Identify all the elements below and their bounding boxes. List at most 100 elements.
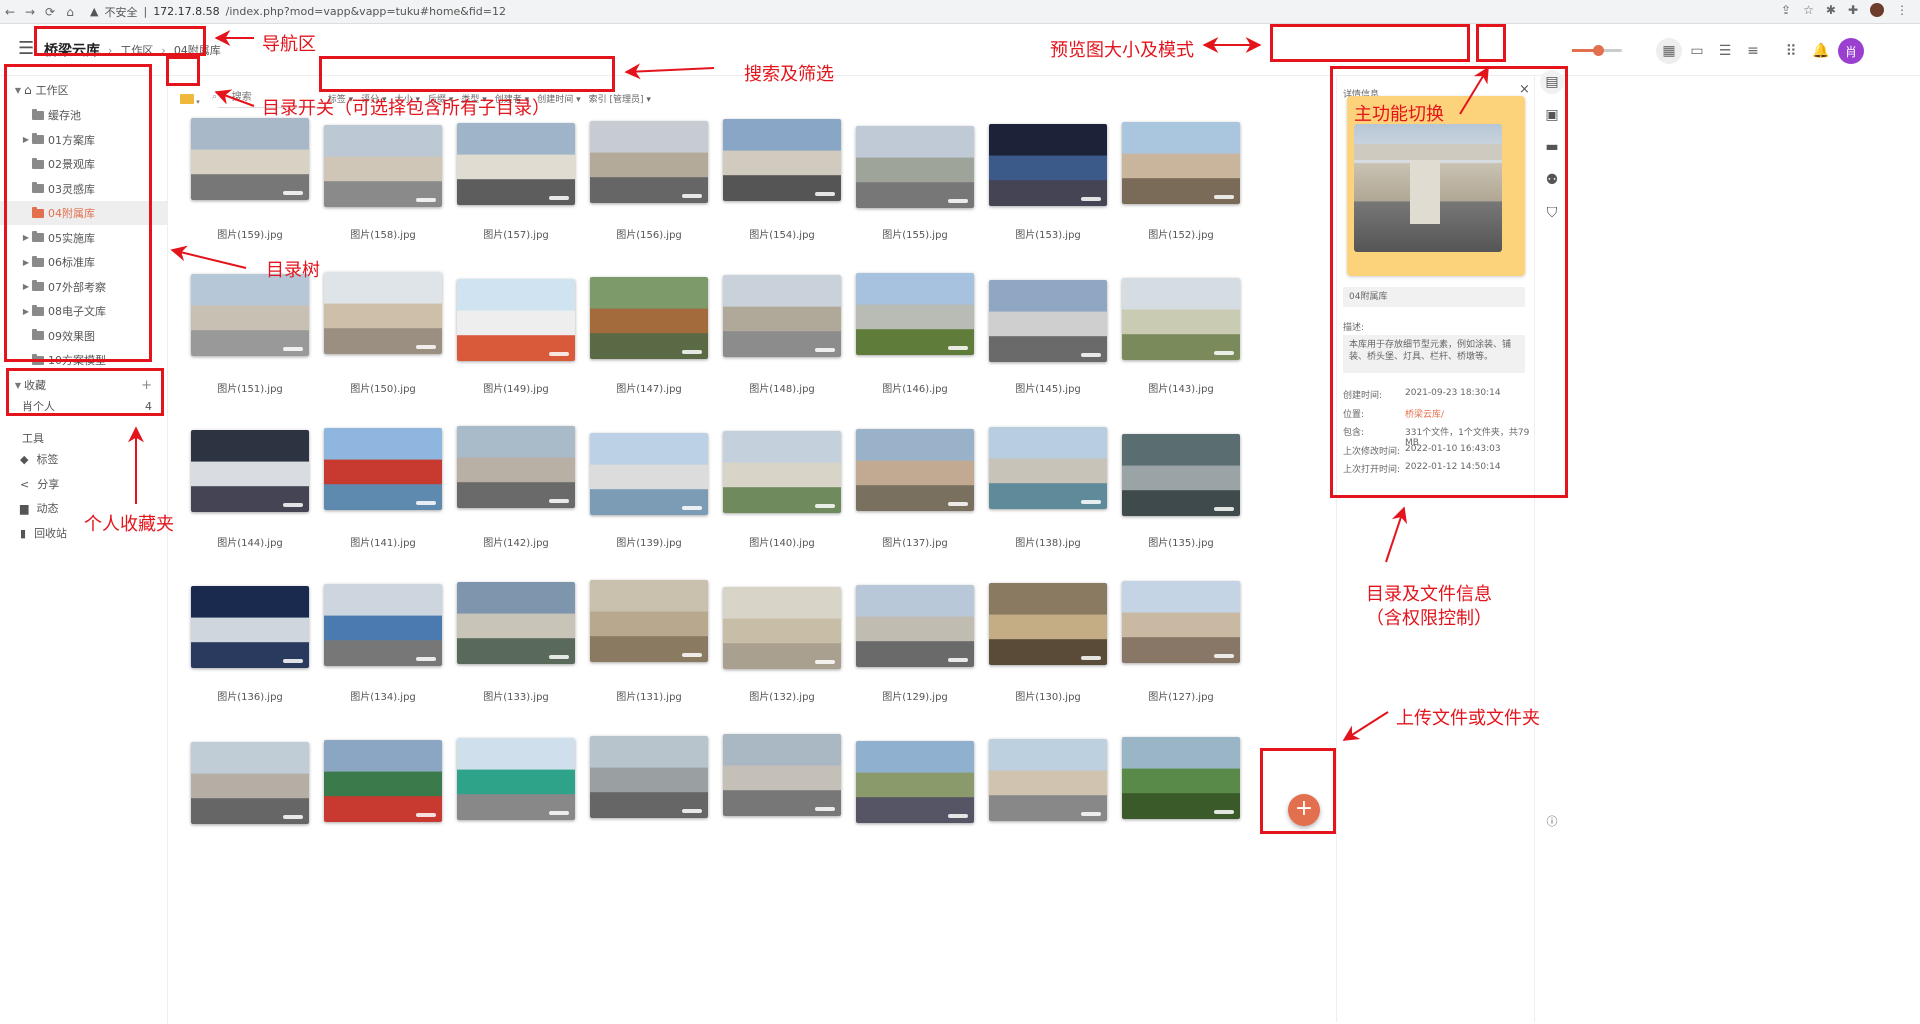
- grid-view-icon[interactable]: ▦: [1656, 38, 1682, 64]
- share-icon[interactable]: ⇪: [1781, 3, 1791, 17]
- menu-icon[interactable]: ☰: [18, 38, 34, 59]
- sort-icon[interactable]: ≡: [1740, 38, 1766, 64]
- thumbnail-image[interactable]: [723, 734, 841, 816]
- thumbnail-image[interactable]: [191, 118, 309, 200]
- image-view-icon[interactable]: ▭: [1684, 38, 1710, 64]
- thumbnail-item[interactable]: 图片(137).jpg: [855, 426, 975, 550]
- thumbnail-image[interactable]: [457, 426, 575, 508]
- thumbnail-image[interactable]: [856, 741, 974, 823]
- thumbnail-image[interactable]: [1122, 737, 1240, 819]
- thumbnail-image[interactable]: [590, 121, 708, 203]
- avatar[interactable]: 肖: [1838, 38, 1864, 64]
- thumbnail-item[interactable]: 图片(141).jpg: [323, 426, 443, 550]
- reload-icon[interactable]: ⟳: [40, 5, 60, 19]
- thumbnail-image[interactable]: [989, 427, 1107, 509]
- thumbnail-image[interactable]: [191, 742, 309, 824]
- tool-recycle-bin[interactable]: ▮ 回收站: [20, 525, 67, 541]
- thumbnail-item[interactable]: 图片(134).jpg: [323, 580, 443, 704]
- thumbnail-image[interactable]: [590, 277, 708, 359]
- thumbnail-item[interactable]: 图片(135).jpg: [1121, 426, 1241, 550]
- thumbnail-image[interactable]: [191, 274, 309, 356]
- thumbnail-item[interactable]: 图片(159).jpg: [190, 118, 310, 242]
- thumbnail-item[interactable]: 图片(151).jpg: [190, 272, 310, 396]
- thumbnail-image[interactable]: [457, 279, 575, 361]
- thumbnail-item[interactable]: 图片(155).jpg: [855, 118, 975, 242]
- tool-tags[interactable]: ◆ 标签: [20, 451, 58, 467]
- thumbnail-image[interactable]: [457, 738, 575, 820]
- thumbnail-image[interactable]: [324, 125, 442, 207]
- thumbnail-item[interactable]: 图片(136).jpg: [190, 580, 310, 704]
- thumbnail-item[interactable]: [589, 734, 709, 824]
- thumbnail-item[interactable]: 图片(157).jpg: [456, 118, 576, 242]
- thumbnail-image[interactable]: [856, 273, 974, 355]
- thumbnail-item[interactable]: [323, 734, 443, 824]
- thumbnail-item[interactable]: 图片(154).jpg: [722, 118, 842, 242]
- thumbnail-image[interactable]: [457, 582, 575, 664]
- thumbnail-item[interactable]: 图片(132).jpg: [722, 580, 842, 704]
- thumbnail-item[interactable]: 图片(145).jpg: [988, 272, 1108, 396]
- thumbnail-item[interactable]: [988, 734, 1108, 824]
- thumbnail-image[interactable]: [191, 430, 309, 512]
- tool-share[interactable]: < 分享: [20, 476, 59, 492]
- thumbnail-image[interactable]: [457, 123, 575, 205]
- thumbnail-item[interactable]: 图片(144).jpg: [190, 426, 310, 550]
- home-icon[interactable]: ⌂: [60, 5, 80, 19]
- filter-dropdown[interactable]: 索引 [管理员] ▾: [589, 92, 651, 105]
- thumbnail-image[interactable]: [989, 583, 1107, 665]
- thumbnail-image[interactable]: [723, 587, 841, 669]
- thumbnail-item[interactable]: 图片(139).jpg: [589, 426, 709, 550]
- thumbnail-item[interactable]: 图片(142).jpg: [456, 426, 576, 550]
- thumbnail-image[interactable]: [590, 433, 708, 515]
- thumbnail-image[interactable]: [1122, 434, 1240, 516]
- thumbnail-item[interactable]: 图片(143).jpg: [1121, 272, 1241, 396]
- thumbnail-image[interactable]: [723, 119, 841, 201]
- thumbnail-item[interactable]: 图片(140).jpg: [722, 426, 842, 550]
- thumbnail-item[interactable]: 图片(148).jpg: [722, 272, 842, 396]
- thumbnail-item[interactable]: 图片(152).jpg: [1121, 118, 1241, 242]
- thumbnail-item[interactable]: 图片(147).jpg: [589, 272, 709, 396]
- thumbnail-item[interactable]: 图片(156).jpg: [589, 118, 709, 242]
- forward-icon[interactable]: →: [20, 5, 40, 19]
- folder-toggle-icon[interactable]: ▾: [180, 89, 200, 108]
- thumbnail-item[interactable]: 图片(153).jpg: [988, 118, 1108, 242]
- puzzle-icon[interactable]: ✚: [1848, 3, 1858, 17]
- thumbnail-item[interactable]: 图片(150).jpg: [323, 272, 443, 396]
- thumbnail-image[interactable]: [989, 280, 1107, 362]
- thumbnail-image[interactable]: [324, 428, 442, 510]
- slider-handle[interactable]: [1593, 45, 1604, 56]
- thumbnail-item[interactable]: 图片(133).jpg: [456, 580, 576, 704]
- tool-activity[interactable]: ▆ 动态: [20, 500, 58, 516]
- thumbnail-image[interactable]: [856, 126, 974, 208]
- thumbnail-image[interactable]: [1122, 122, 1240, 204]
- thumbnail-item[interactable]: [855, 734, 975, 824]
- list-view-icon[interactable]: ☰: [1712, 38, 1738, 64]
- preview-size-slider[interactable]: [1572, 45, 1622, 56]
- bell-icon[interactable]: 🔔: [1808, 38, 1834, 64]
- thumbnail-item[interactable]: 图片(127).jpg: [1121, 580, 1241, 704]
- profile-icon[interactable]: [1870, 3, 1884, 17]
- star-icon[interactable]: ☆: [1803, 3, 1814, 17]
- thumbnail-image[interactable]: [989, 124, 1107, 206]
- extension-icon[interactable]: ✱: [1826, 3, 1836, 17]
- thumbnail-item[interactable]: [456, 734, 576, 824]
- thumbnail-image[interactable]: [1122, 278, 1240, 360]
- thumbnail-item[interactable]: [190, 734, 310, 824]
- info-icon[interactable]: ⓘ: [1543, 812, 1561, 830]
- more-icon[interactable]: ⋮: [1896, 3, 1908, 17]
- thumbnail-image[interactable]: [191, 586, 309, 668]
- thumbnail-image[interactable]: [856, 585, 974, 667]
- thumbnail-image[interactable]: [324, 584, 442, 666]
- thumbnail-image[interactable]: [590, 736, 708, 818]
- thumbnail-image[interactable]: [856, 429, 974, 511]
- thumbnail-item[interactable]: 图片(146).jpg: [855, 272, 975, 396]
- thumbnail-image[interactable]: [324, 740, 442, 822]
- thumbnail-image[interactable]: [590, 580, 708, 662]
- thumbnail-item[interactable]: [722, 734, 842, 824]
- thumbnail-item[interactable]: 图片(138).jpg: [988, 426, 1108, 550]
- thumbnail-item[interactable]: 图片(130).jpg: [988, 580, 1108, 704]
- thumbnail-image[interactable]: [723, 275, 841, 357]
- address-bar[interactable]: ▲ 不安全 | 172.17.8.58/index.php?mod=vapp&v…: [90, 4, 506, 20]
- thumbnail-item[interactable]: [1121, 734, 1241, 824]
- apps-icon[interactable]: ⠿: [1778, 38, 1804, 64]
- thumbnail-image[interactable]: [723, 431, 841, 513]
